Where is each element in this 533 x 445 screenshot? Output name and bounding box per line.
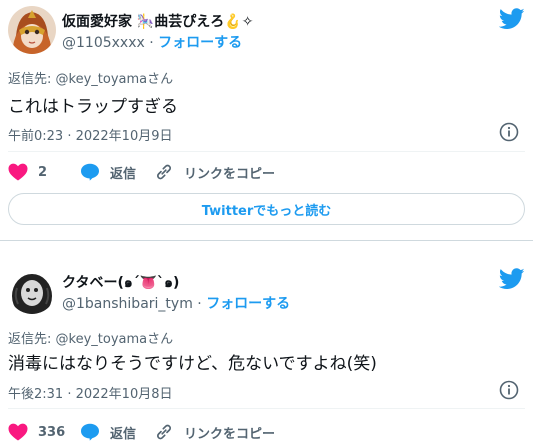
copy-link-label: リンクをコピー	[184, 166, 276, 182]
like-button[interactable]: 336	[8, 423, 70, 441]
action-bar: 336 返信 リンクをコピー	[8, 420, 275, 444]
like-count: 336	[38, 424, 66, 440]
reply-label: 返信	[110, 426, 137, 442]
separator: ·	[197, 296, 202, 312]
copy-link-button[interactable]: リンクをコピー	[154, 422, 275, 442]
handle[interactable]: @1banshibari_tym	[62, 296, 193, 312]
info-icon[interactable]	[499, 122, 519, 142]
heart-icon	[8, 163, 28, 181]
avatar-masked-character-image	[8, 6, 56, 54]
handle-line: @1105xxxx · フォローする	[62, 32, 242, 52]
follow-button[interactable]: フォローする	[158, 35, 242, 51]
tweet-separator	[0, 240, 533, 258]
copy-link-button[interactable]: リンクをコピー	[154, 162, 275, 182]
tweet-text: 消毒にはなりそうですけど、危ないですよね(笑)	[8, 354, 377, 374]
timestamp[interactable]: 午前0:23 · 2022年10月9日	[8, 125, 173, 144]
avatar-character-image	[8, 266, 56, 314]
avatar[interactable]	[8, 6, 56, 54]
follow-button[interactable]: フォローする	[206, 296, 290, 312]
tweet-card: クタベー(๑´👅`๑) @1banshibari_tym · フォローする 返信…	[0, 258, 533, 445]
twitter-logo-icon[interactable]	[499, 268, 525, 290]
display-name[interactable]: クタベー(๑´👅`๑)	[62, 272, 179, 294]
reply-button[interactable]: 返信	[80, 163, 152, 182]
reply-to-label: 返信先: @key_toyamaさん	[8, 72, 174, 87]
reply-to-label: 返信先: @key_toyamaさん	[8, 332, 174, 347]
copy-link-label: リンクをコピー	[184, 426, 276, 442]
handle-line: @1banshibari_tym · フォローする	[62, 293, 290, 313]
link-icon	[157, 424, 171, 440]
divider	[8, 408, 525, 409]
timestamp[interactable]: 午後2:31 · 2022年10月8日	[8, 383, 173, 402]
handle[interactable]: @1105xxxx	[62, 35, 145, 51]
reply-bubble-icon	[81, 163, 99, 181]
link-icon	[157, 164, 171, 180]
tweet-text: これはトラップすぎる	[8, 97, 178, 117]
reply-bubble-icon	[81, 423, 99, 441]
like-count: 2	[38, 164, 48, 180]
tweet-card: 仮面愛好家 🎠曲芸ぴえろ🪝✧ @1105xxxx · フォローする 返信先: @…	[0, 0, 533, 240]
reply-label: 返信	[110, 166, 137, 182]
avatar[interactable]	[8, 266, 56, 314]
separator: ·	[149, 35, 154, 51]
divider	[8, 151, 525, 152]
info-icon[interactable]	[499, 380, 519, 400]
display-name[interactable]: 仮面愛好家 🎠曲芸ぴえろ🪝✧	[62, 11, 253, 31]
twitter-logo-icon[interactable]	[499, 8, 525, 30]
read-more-button[interactable]: Twitterでもっと読む	[8, 193, 525, 225]
reply-button[interactable]: 返信	[80, 423, 152, 442]
heart-icon	[8, 423, 28, 441]
like-button[interactable]: 2	[8, 163, 70, 181]
action-bar: 2 返信 リンクをコピー	[8, 160, 275, 184]
